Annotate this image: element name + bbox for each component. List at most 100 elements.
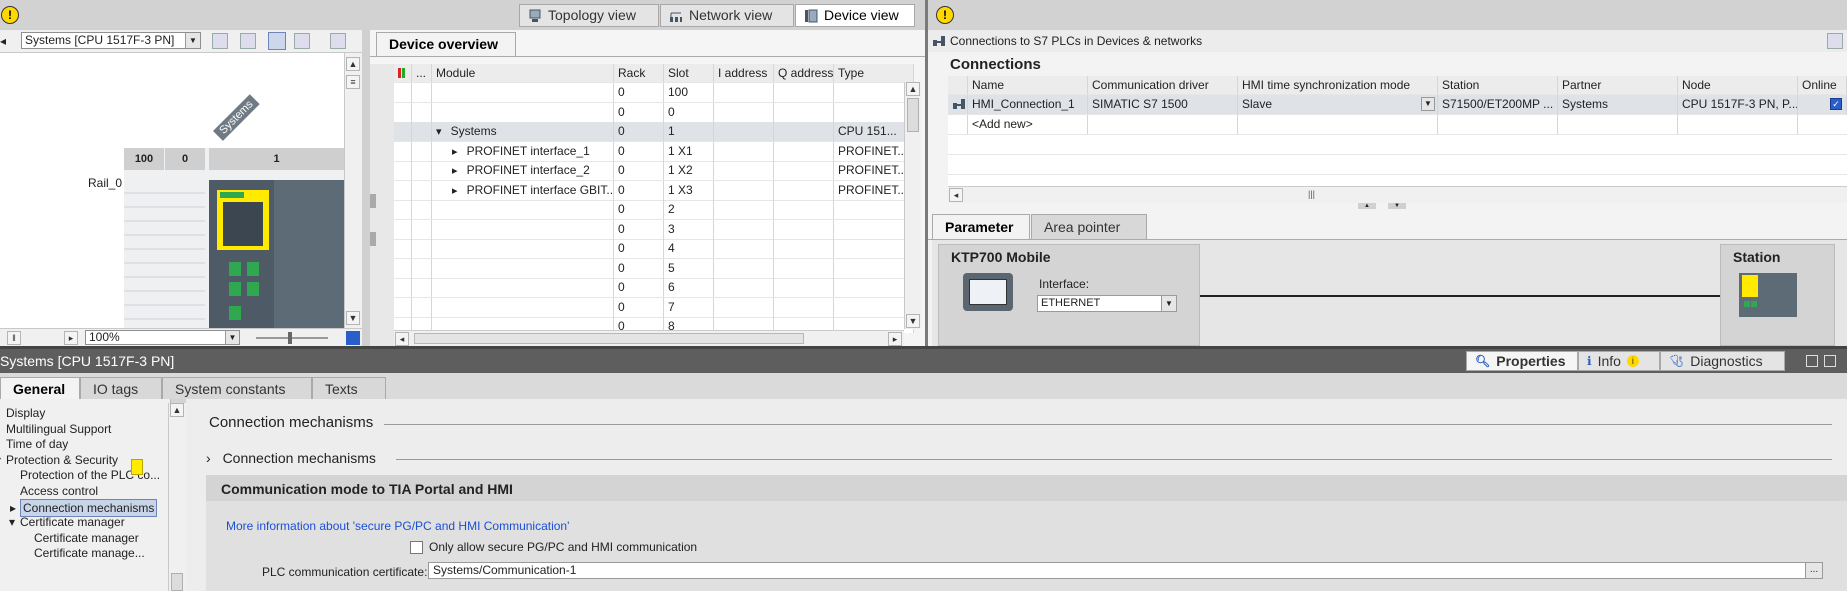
station-box[interactable]: Station [1720, 244, 1835, 346]
cell-module[interactable]: ▸ PROFINET interface_1 [432, 141, 614, 161]
nav-item[interactable]: Display [6, 405, 45, 421]
chevron-down-icon[interactable]: ▼ [1421, 97, 1435, 111]
col-header-dots[interactable]: ... [412, 64, 432, 82]
tab-io-tags[interactable]: IO tags [80, 377, 162, 399]
cell-slot[interactable]: 2 [664, 200, 714, 219]
chevron-down-icon[interactable]: ▼ [185, 33, 200, 48]
col-header-name[interactable]: Name [968, 76, 1088, 94]
warning-icon[interactable]: ! [936, 6, 954, 24]
col-header-driver[interactable]: Communication driver [1088, 76, 1238, 94]
cell-module[interactable] [432, 219, 614, 239]
tab-info[interactable]: ℹ Info i [1578, 351, 1660, 371]
panel-splitter[interactable] [362, 30, 370, 346]
table-row[interactable]: ▾ Systems 0 1 CPU 151... [394, 122, 914, 142]
table-row[interactable]: 06 [394, 278, 914, 298]
cpu-module[interactable] [209, 180, 344, 328]
warning-icon[interactable]: ! [1, 6, 19, 24]
device-overview-scrollbar[interactable]: ▲ ▼ [904, 82, 921, 329]
cell-slot[interactable]: 4 [664, 239, 714, 258]
col-header-q-address[interactable]: Q address [774, 64, 834, 82]
device-view-button[interactable]: Device view [795, 4, 915, 27]
tab-properties[interactable]: 🔍︎ Properties [1466, 351, 1578, 371]
connection-sync-select[interactable]: Slave ▼ [1238, 95, 1438, 114]
arrow-left-icon[interactable]: ◂ [0, 34, 6, 48]
connection-node[interactable]: CPU 1517F-3 PN, P... [1678, 95, 1798, 114]
col-header-module[interactable]: Module [432, 64, 614, 82]
connection-station[interactable]: S71500/ET200MP ... [1438, 95, 1558, 114]
connection-driver[interactable]: SIMATIC S7 1500 [1088, 95, 1238, 114]
connection-partner[interactable]: Systems [1558, 95, 1678, 114]
scroll-thumb[interactable] [171, 573, 183, 591]
window-icon[interactable] [330, 33, 346, 49]
cell-module[interactable]: ▾ Systems [432, 122, 614, 141]
scroll-right-icon[interactable]: ▸ [888, 332, 902, 346]
cell-type[interactable]: CPU 151... [834, 122, 914, 141]
chevron-down-icon[interactable]: ▼ [225, 331, 239, 344]
cell-rack[interactable]: 0 [614, 83, 664, 102]
browse-button[interactable]: ... [1805, 563, 1822, 578]
nav-item[interactable]: ▾ Protection & Security [0, 452, 118, 468]
col-header-rack[interactable]: Rack [614, 64, 664, 82]
side-handle[interactable] [370, 64, 394, 346]
table-row[interactable]: 04 [394, 239, 914, 259]
tab-diagnostics[interactable]: 🩺︎ Diagnostics [1660, 351, 1785, 371]
network-view-button[interactable]: Network view [660, 4, 794, 27]
cell-type[interactable] [834, 239, 914, 258]
cell-slot[interactable]: 1 X2 [664, 161, 714, 180]
chevron-down-icon[interactable]: ▾ [436, 126, 445, 138]
col-header-station[interactable]: Station [1438, 76, 1558, 94]
secure-communication-link[interactable]: More information about 'secure PG/PC and… [226, 519, 569, 533]
secure-only-checkbox[interactable] [410, 541, 423, 554]
connections-hscroll[interactable]: ◂ ||| [948, 186, 1847, 203]
cell-type[interactable] [834, 297, 914, 317]
maximize-icon[interactable] [1824, 355, 1836, 367]
tab-system-constants[interactable]: System constants [162, 377, 312, 399]
scroll-handle[interactable]: ≡ [346, 75, 360, 89]
cell-rack[interactable]: 0 [614, 180, 664, 200]
cell-rack[interactable]: 0 [614, 258, 664, 278]
chevron-down-icon[interactable]: ▼ [1161, 296, 1176, 311]
device-overview-hscroll[interactable]: ◂ ▸ [394, 330, 904, 347]
rack-canvas[interactable]: Systems 100 0 1 Rail_0 [0, 53, 344, 328]
online-checkbox[interactable]: ✓ [1830, 98, 1842, 110]
cell-rack[interactable]: 0 [614, 161, 664, 180]
cert-input[interactable]: Systems/Communication-1 ... [428, 562, 1823, 579]
rack-scrollbar[interactable]: ▲ ≡ ▼ [344, 53, 362, 328]
scroll-grip[interactable]: ||| [1308, 189, 1315, 199]
cell-module[interactable] [432, 200, 614, 219]
interface-select[interactable]: ETHERNET ▼ [1037, 295, 1177, 312]
table-row[interactable]: HMI_Connection_1 SIMATIC S7 1500 Slave ▼… [948, 95, 1847, 115]
cell-type[interactable] [834, 102, 914, 122]
chevron-right-icon[interactable]: ▸ [452, 185, 461, 197]
cell-type[interactable]: PROFINET... [834, 180, 914, 200]
nav-scrollbar[interactable]: ▲ [168, 403, 186, 591]
cell-type[interactable] [834, 258, 914, 278]
station-label[interactable]: Systems [213, 94, 260, 141]
cell-rack[interactable]: 0 [614, 239, 664, 258]
overview-icon[interactable] [346, 331, 360, 345]
col-header-sync-mode[interactable]: HMI time synchronization mode [1238, 76, 1438, 94]
table-row[interactable]: ▸ PROFINET interface_2 0 1 X2 PROFINET... [394, 161, 914, 181]
col-header-online[interactable]: Online [1798, 76, 1847, 94]
cell-rack[interactable]: 0 [614, 141, 664, 161]
table-row[interactable]: ▸ PROFINET interface GBIT... 0 1 X3 PROFINE… [394, 180, 914, 201]
cell-slot[interactable]: 0 [664, 102, 714, 122]
zoom-select[interactable]: 100% ▼ [85, 330, 240, 345]
chevron-down-icon[interactable]: ▾ [0, 452, 1, 468]
table-row[interactable]: 05 [394, 258, 914, 279]
scroll-right-icon[interactable]: ▸ [64, 331, 78, 345]
cell-slot[interactable]: 1 [664, 122, 714, 141]
scroll-left-icon[interactable]: ◂ [395, 332, 409, 346]
table-row[interactable]: 03 [394, 219, 914, 240]
cell-module[interactable] [432, 83, 614, 102]
tab-area-pointer[interactable]: Area pointer [1031, 214, 1147, 239]
pen-icon[interactable] [268, 32, 286, 50]
add-new-row[interactable]: <Add new> [948, 115, 1847, 135]
scroll-handle-horizontal[interactable]: ‖ [7, 331, 21, 345]
device-select[interactable]: Systems [CPU 1517F-3 PN] ▼ [21, 32, 201, 49]
zoom-slider-handle[interactable] [288, 332, 292, 344]
scroll-thumb[interactable] [907, 98, 919, 132]
cell-slot[interactable]: 6 [664, 278, 714, 297]
col-header-type[interactable]: Type [834, 64, 914, 82]
splitter-down-icon[interactable]: ▼ [1388, 203, 1406, 209]
